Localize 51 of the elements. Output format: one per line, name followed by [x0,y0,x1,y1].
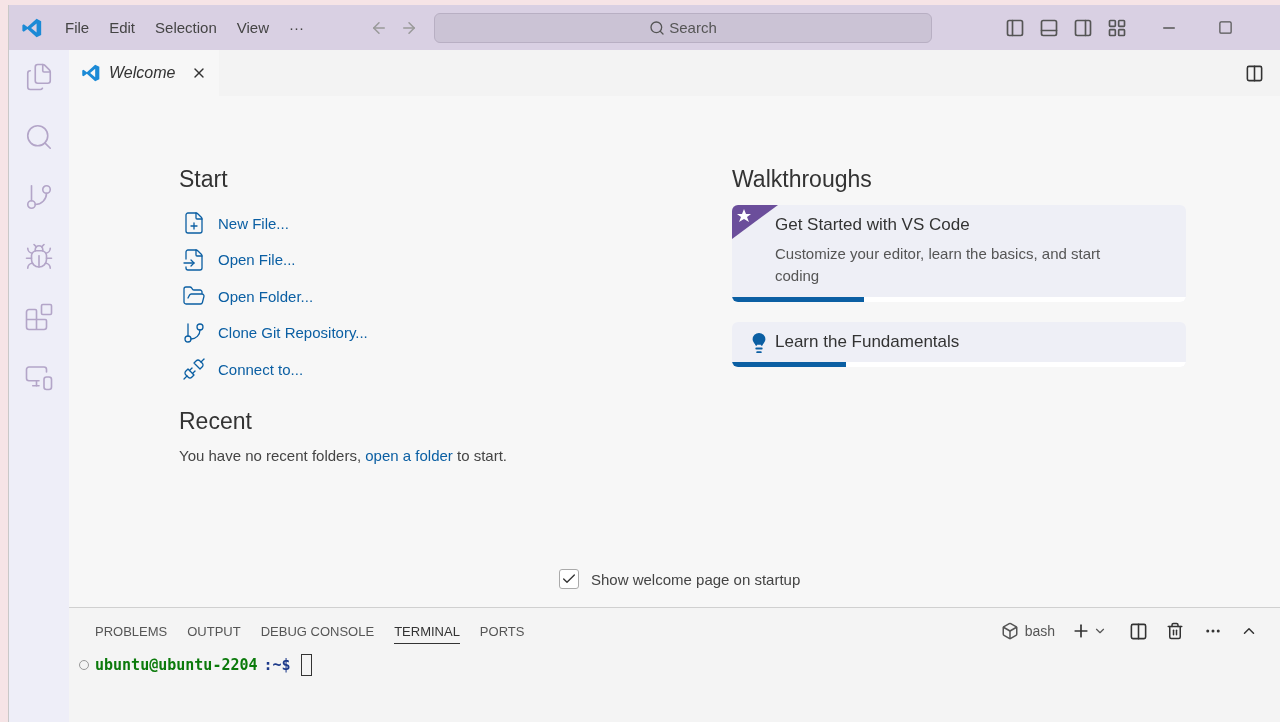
branch-icon [182,320,206,345]
menu-item[interactable]: File [55,19,100,36]
walkthrough-card[interactable]: Get Started with VS Code Customize your editor, learn the basics, and start coding [732,205,1186,302]
panel-left-icon[interactable] [1005,17,1025,38]
panel-tab[interactable]: OUTPUT [187,618,241,644]
section-heading: Walkthroughs [732,166,873,193]
panel-right-icon[interactable] [1073,17,1093,38]
tab-label: Welcome [109,64,176,82]
panel-tab[interactable]: TERMINAL [394,618,460,644]
start-link[interactable]: Open File... [179,241,732,278]
terminal-path: :~$ [263,656,291,674]
start-link[interactable]: Open Folder... [179,278,732,315]
search-icon [649,19,666,36]
checkbox[interactable] [559,569,579,589]
walkthrough-description: Customize your editor, learn the basics, and start coding [775,244,1102,286]
start-link[interactable]: Connect to... [179,351,732,388]
star-corner-icon [732,205,778,239]
split-editor-icon[interactable] [1245,63,1264,83]
open-folder-link[interactable]: open a folder [365,446,453,464]
search-field[interactable]: Search [434,12,932,43]
start-link[interactable]: New File... [179,205,732,242]
layout-icon[interactable] [1107,17,1127,38]
open-file-icon [182,247,206,272]
connect-icon [182,357,206,382]
panel-tab[interactable]: PROBLEMS [95,618,168,644]
split-terminal-icon[interactable] [1129,621,1148,641]
terminal-user-host: ubuntu@ubuntu-2204 [95,656,258,674]
cube-icon [1000,622,1019,640]
walkthrough-title: Learn the Fundamentals [775,332,961,352]
start-link[interactable]: Clone Git Repository... [179,314,732,351]
menu-item[interactable]: View [226,19,279,36]
terminal-cursor [300,654,312,676]
maximize-icon[interactable] [1218,20,1233,35]
section-heading: Recent [179,407,253,435]
editor-tab[interactable]: Welcome [69,50,220,96]
walkthrough-title: Get Started with VS Code [775,215,971,235]
section-heading: Start [179,166,229,193]
panel-tab[interactable]: DEBUG CONSOLE [260,618,375,644]
new-file-icon [182,211,206,236]
terminal-shell-selector[interactable]: bash [1000,622,1055,640]
walkthrough-card[interactable]: Learn the Fundamentals [732,322,1186,367]
panel-bottom-icon[interactable] [1039,17,1059,38]
checkbox-label: Show welcome page on startup [591,570,801,588]
panel-tab[interactable]: PORTS [479,618,525,644]
recent-message: You have no recent folders, open a folder to start. [179,446,509,464]
trash-icon[interactable] [1166,622,1184,640]
app-logo-icon [81,63,101,83]
menu-item[interactable]: ··· [279,19,314,36]
app-logo-icon [21,16,43,39]
menu-item[interactable]: Selection [145,19,227,36]
menu-item[interactable]: Edit [99,19,146,36]
